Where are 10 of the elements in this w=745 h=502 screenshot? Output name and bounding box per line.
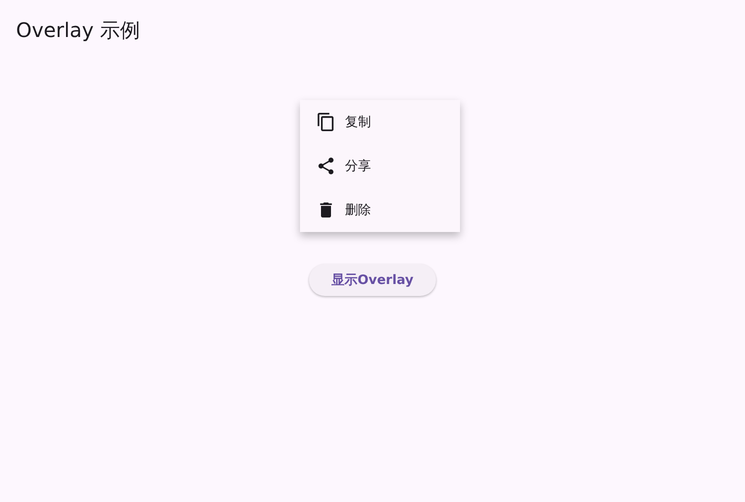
- menu-item[interactable]: 删除: [300, 188, 460, 232]
- menu-item-label: 复制: [345, 114, 371, 131]
- copy-icon: [316, 112, 336, 132]
- share-icon: [316, 156, 336, 176]
- menu-item-label: 删除: [345, 202, 371, 219]
- page-title: Overlay 示例: [16, 17, 140, 44]
- menu-item[interactable]: 分享: [300, 144, 460, 188]
- menu-item-label: 分享: [345, 158, 371, 175]
- menu-item[interactable]: 复制: [300, 100, 460, 144]
- show-overlay-button[interactable]: 显示Overlay: [309, 264, 436, 296]
